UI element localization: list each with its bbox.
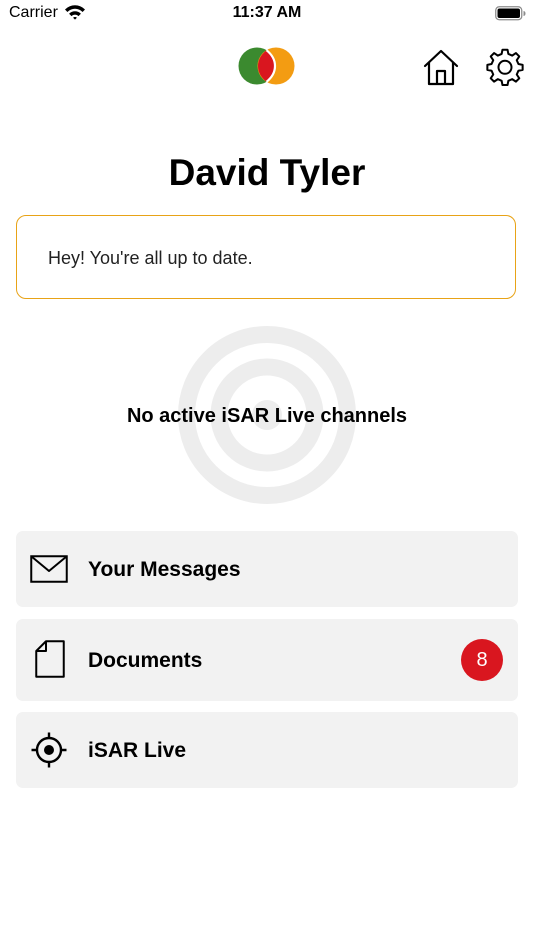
user-name: David Tyler [168, 152, 366, 193]
menu-item-documents[interactable]: Documents 8 [16, 619, 518, 701]
battery-icon [495, 6, 527, 26]
crosshair-icon [31, 732, 67, 768]
status-notice-text: Hey! You're all up to date. [48, 248, 253, 268]
menu-item-your-messages[interactable]: Your Messages [16, 531, 518, 607]
live-status-text: No active iSAR Live channels [126, 405, 408, 427]
menu-item-label: Your Messages [88, 558, 241, 581]
documents-count-badge: 8 [461, 639, 503, 681]
menu-item-label: Documents [88, 649, 203, 672]
home-button[interactable] [421, 48, 461, 88]
app-logo-icon [238, 46, 296, 91]
status-notice-card: Hey! You're all up to date. [16, 215, 516, 299]
envelope-icon [30, 555, 68, 583]
document-icon [35, 640, 65, 678]
menu-item-isar-live[interactable]: iSAR Live [16, 712, 518, 788]
gear-icon [486, 48, 524, 87]
menu-item-label: iSAR Live [88, 739, 187, 762]
status-time: 11:37 AM [232, 4, 302, 21]
live-status-panel: No active iSAR Live channels [0, 325, 534, 507]
home-icon [423, 49, 459, 86]
status-bar: Carrier 11:37 AM [0, 0, 534, 28]
settings-button[interactable] [485, 47, 525, 87]
